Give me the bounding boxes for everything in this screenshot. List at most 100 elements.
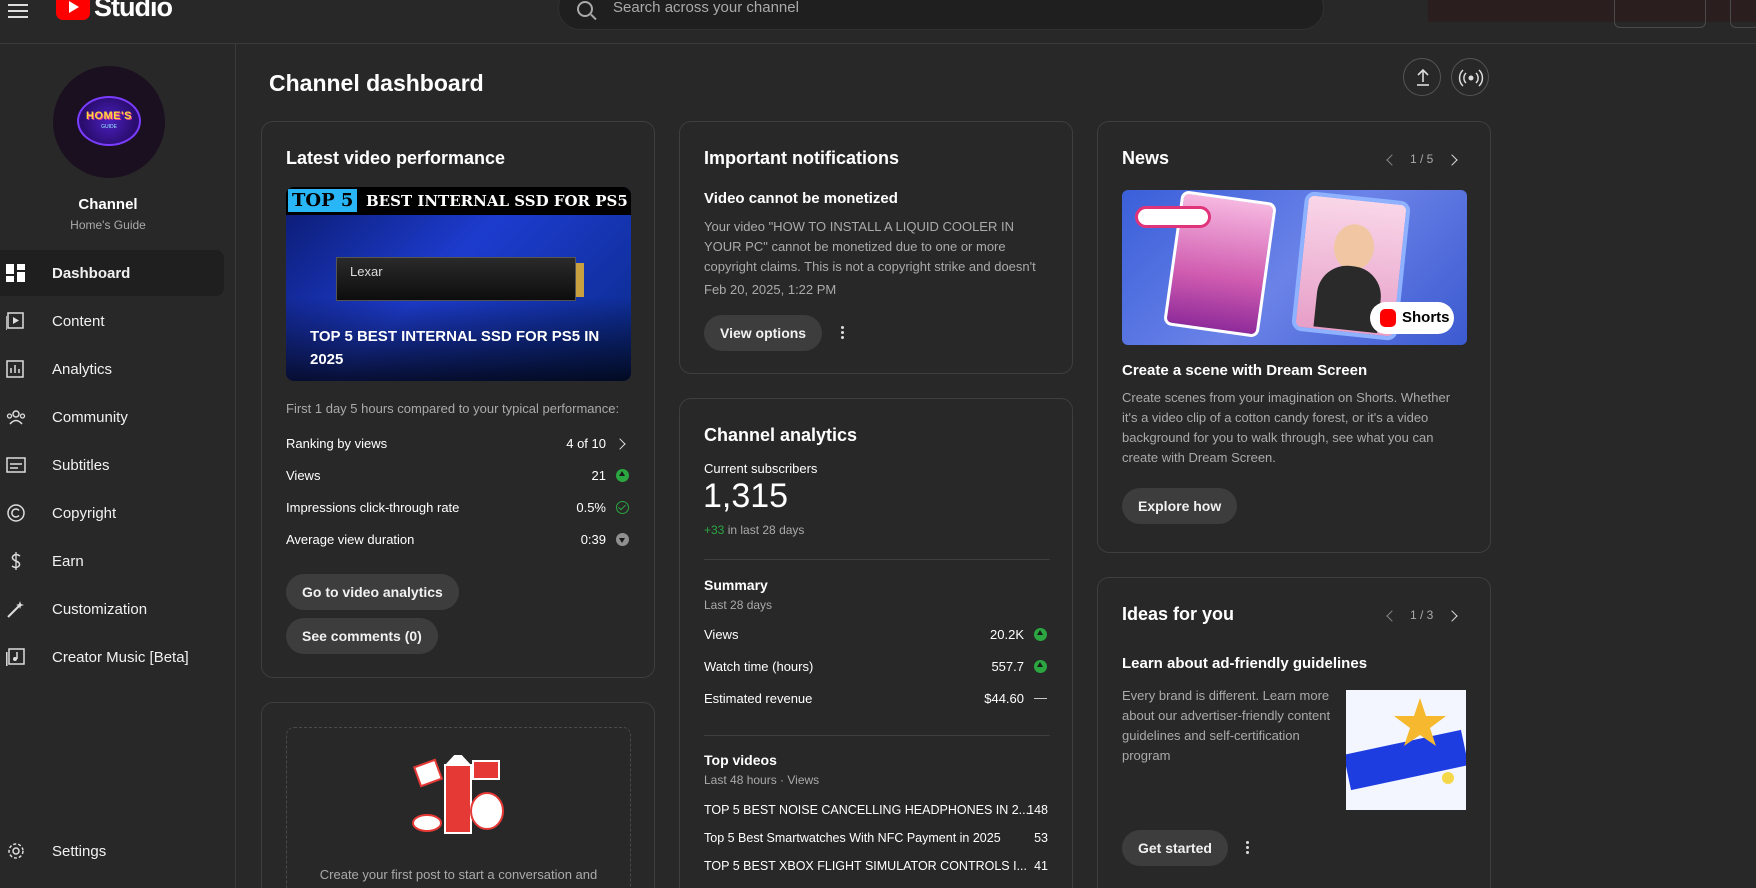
logo-text: Studio — [94, 0, 173, 22]
channel-avatar[interactable]: HOME'S GUIDE — [53, 66, 165, 178]
more-vert-icon[interactable] — [841, 326, 845, 340]
sidebar-item-label: Copyright — [52, 504, 117, 522]
earn-icon — [11, 552, 21, 570]
go-to-video-analytics-button[interactable]: Go to video analytics — [286, 574, 459, 610]
top-video-title[interactable]: TOP 5 BEST NOISE CANCELLING HEADPHONES I… — [704, 803, 1029, 817]
sidebar-item-label: Analytics — [52, 360, 113, 378]
views-value: 21 — [591, 468, 606, 483]
live-icon — [1458, 69, 1484, 87]
search-bar[interactable] — [558, 0, 1324, 30]
sidebar-item-label: Community — [52, 408, 128, 426]
ideas-heading: Learn about ad-friendly guidelines — [1122, 655, 1368, 672]
sidebar-item-label: Customization — [52, 600, 148, 618]
sidebar-item-content[interactable]: Content — [0, 298, 224, 344]
view-options-button[interactable]: View options — [704, 315, 823, 351]
account-button[interactable] — [1730, 0, 1756, 28]
sidebar-item-earn[interactable]: Earn — [0, 538, 224, 584]
sidebar-item-dashboard[interactable]: Dashboard — [0, 250, 224, 296]
chevron-left-icon[interactable] — [1386, 610, 1398, 622]
go-live-button[interactable] — [1451, 58, 1489, 96]
check-circle-icon — [616, 501, 629, 514]
compare-text: First 1 day 5 hours compared to your typ… — [286, 401, 620, 416]
header-action-area — [1428, 0, 1756, 22]
menu-icon[interactable] — [8, 0, 30, 20]
thumbnail-badge: TOP 5 — [288, 189, 358, 212]
creator-face — [1331, 222, 1377, 273]
revenue-label: Estimated revenue — [704, 691, 813, 706]
sidebar-item-community[interactable]: Community — [0, 394, 224, 440]
notification-heading: Video cannot be monetized — [704, 190, 898, 207]
sidebar-item-label: Dashboard — [52, 264, 131, 282]
upload-icon — [1417, 68, 1429, 86]
search-input[interactable] — [613, 0, 1293, 16]
trend-up-icon — [1034, 660, 1047, 673]
studio-logo[interactable]: Studio — [56, 0, 173, 22]
video-thumbnail[interactable]: TOP 5 BEST INTERNAL SSD FOR PS5 Lexar TO… — [286, 187, 631, 381]
subscribers-delta: +33 — [704, 523, 725, 537]
news-heading: Create a scene with Dream Screen — [1122, 362, 1368, 379]
thumbnail-banner-text: BEST INTERNAL SSD FOR PS5 — [366, 192, 628, 210]
sidebar-item-label: Settings — [52, 842, 107, 860]
sidebar-item-copyright[interactable]: Copyright — [0, 490, 224, 536]
content-icon — [6, 312, 24, 330]
ideas-pager: 1 / 3 — [1410, 608, 1434, 622]
gear-icon — [8, 843, 24, 859]
notifications-card: Important notifications Video cannot be … — [679, 121, 1073, 374]
sidebar-item-customization[interactable]: Customization — [0, 586, 224, 632]
summary-views-value: 20.2K — [990, 627, 1024, 642]
news-image[interactable]: Shorts — [1122, 190, 1467, 345]
sidebar-item-settings[interactable]: Settings — [0, 828, 224, 874]
chevron-right-icon[interactable] — [614, 438, 626, 450]
search-icon[interactable] — [577, 1, 593, 17]
top-video-title[interactable]: Top 5 Best Smartwatches With NFC Payment… — [704, 831, 1001, 845]
summary-views-label: Views — [704, 627, 739, 642]
chevron-left-icon[interactable] — [1386, 154, 1398, 166]
sidebar-item-label: Creator Music [Beta] — [52, 648, 189, 666]
chevron-right-icon[interactable] — [1446, 610, 1458, 622]
analytics-icon — [6, 360, 24, 378]
top-video-title[interactable]: TOP 5 BEST XBOX FLIGHT SIMULATOR CONTROL… — [704, 859, 1027, 873]
explore-how-button[interactable]: Explore how — [1122, 488, 1238, 524]
divider — [704, 735, 1050, 736]
upload-button[interactable] — [1403, 58, 1441, 96]
sidebar-item-label: Earn — [52, 552, 84, 570]
sidebar-item-label: Subtitles — [52, 456, 110, 474]
news-card: News 1 / 5 Shorts Create a scene with Dr… — [1097, 121, 1491, 553]
tag-pill-graphic — [1135, 206, 1211, 228]
card-title: Ideas for you — [1122, 604, 1235, 624]
ranking-label: Ranking by views — [286, 436, 388, 451]
top-videos-title: Top videos — [704, 752, 777, 768]
channel-name: Home's Guide — [70, 218, 146, 232]
copyright-icon — [7, 504, 25, 522]
chevron-right-icon[interactable] — [1446, 154, 1458, 166]
subscribers-value: 1,315 — [703, 477, 789, 515]
watch-time-label: Watch time (hours) — [704, 659, 814, 674]
more-vert-icon[interactable] — [1246, 841, 1250, 855]
summary-period: Last 28 days — [704, 598, 773, 612]
divider — [704, 559, 1050, 560]
video-title: TOP 5 BEST INTERNAL SSD FOR PS5 IN 2025 — [310, 328, 600, 368]
channel-analytics-card: Channel analytics Current subscribers 1,… — [679, 398, 1073, 888]
avd-value: 0:39 — [580, 532, 606, 547]
shorts-badge: Shorts — [1370, 302, 1454, 334]
ctr-value: 0.5% — [576, 500, 606, 515]
see-comments-button[interactable]: See comments (0) — [286, 618, 438, 654]
youtube-play-icon — [56, 0, 90, 20]
create-button[interactable] — [1614, 0, 1706, 28]
trend-up-icon — [1034, 628, 1047, 641]
channel-label: Channel — [78, 196, 138, 213]
watch-time-value: 557.7 — [991, 659, 1024, 674]
sidebar-item-analytics[interactable]: Analytics — [0, 346, 224, 392]
post-prompt-text: Create your first post to start a conver… — [319, 867, 598, 882]
ssd-connector-graphic — [576, 263, 584, 297]
ideas-illustration — [1346, 690, 1466, 810]
create-post-card: Create your first post to start a conver… — [261, 702, 655, 888]
creator-music-icon — [6, 648, 25, 666]
sidebar: HOME'S GUIDE Channel Home's Guide Dashbo… — [0, 44, 236, 888]
top-videos-period: Last 48 hours · Views — [704, 773, 820, 787]
avatar-logo-text: HOME'S — [86, 110, 132, 122]
subtitles-icon — [6, 457, 26, 473]
get-started-button[interactable]: Get started — [1122, 830, 1228, 866]
sidebar-item-subtitles[interactable]: Subtitles — [0, 442, 224, 488]
sidebar-item-creator-music[interactable]: Creator Music [Beta] — [0, 634, 224, 680]
